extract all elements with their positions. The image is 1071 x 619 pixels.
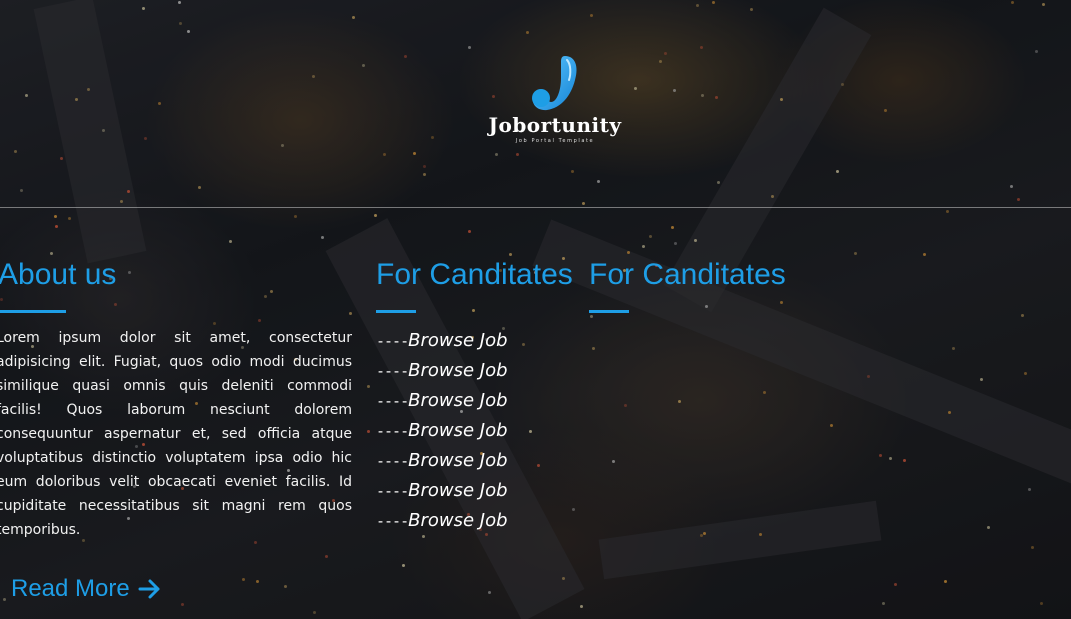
browse-job-link[interactable]: Browse Job — [408, 446, 507, 476]
browse-job-link[interactable]: Browse Job — [408, 386, 507, 416]
link-prefix: ---- — [376, 332, 409, 350]
brand-tagline: Job Portal Template — [515, 138, 595, 144]
list-item: ---- Browse Job — [376, 506, 508, 536]
candidates-link-list: ---- Browse Job ---- Browse Job ---- Browse… — [376, 326, 508, 536]
list-item: ---- Browse Job — [376, 416, 508, 446]
candidates-title-underline — [376, 310, 416, 313]
list-item: ---- Browse Job — [376, 326, 508, 356]
candidates-title-2-underline — [589, 310, 629, 313]
link-prefix: ---- — [376, 362, 409, 380]
list-item: ---- Browse Job — [376, 446, 508, 476]
read-more-link[interactable]: Read More — [11, 575, 162, 603]
browse-job-link[interactable]: Browse Job — [408, 356, 507, 386]
brand-logo[interactable]: Jobortunity Job Portal Template — [470, 52, 640, 152]
link-prefix: ---- — [376, 422, 409, 440]
about-title: About us — [0, 258, 117, 291]
link-prefix: ---- — [376, 452, 409, 470]
arrow-right-icon — [138, 579, 160, 599]
browse-job-link[interactable]: Browse Job — [408, 476, 507, 506]
read-more-label: Read More — [11, 575, 130, 602]
logo-j-drop-icon — [532, 56, 577, 111]
candidates-title: For Canditates — [376, 258, 573, 291]
about-title-underline — [0, 310, 66, 313]
browse-job-link[interactable]: Browse Job — [408, 506, 507, 536]
link-prefix: ---- — [376, 512, 409, 530]
link-prefix: ---- — [376, 392, 409, 410]
footer-section: Jobortunity Job Portal Template About us… — [0, 0, 1071, 619]
section-divider — [0, 207, 1071, 208]
browse-job-link[interactable]: Browse Job — [408, 416, 507, 446]
about-text: Lorem ipsum dolor sit amet, consectetur … — [0, 330, 352, 538]
list-item: ---- Browse Job — [376, 476, 508, 506]
link-prefix: ---- — [376, 482, 409, 500]
brand-name: Jobortunity — [488, 113, 622, 137]
browse-job-link[interactable]: Browse Job — [408, 326, 507, 356]
list-item: ---- Browse Job — [376, 356, 508, 386]
candidates-title-2: For Canditates — [589, 258, 786, 291]
list-item: ---- Browse Job — [376, 386, 508, 416]
